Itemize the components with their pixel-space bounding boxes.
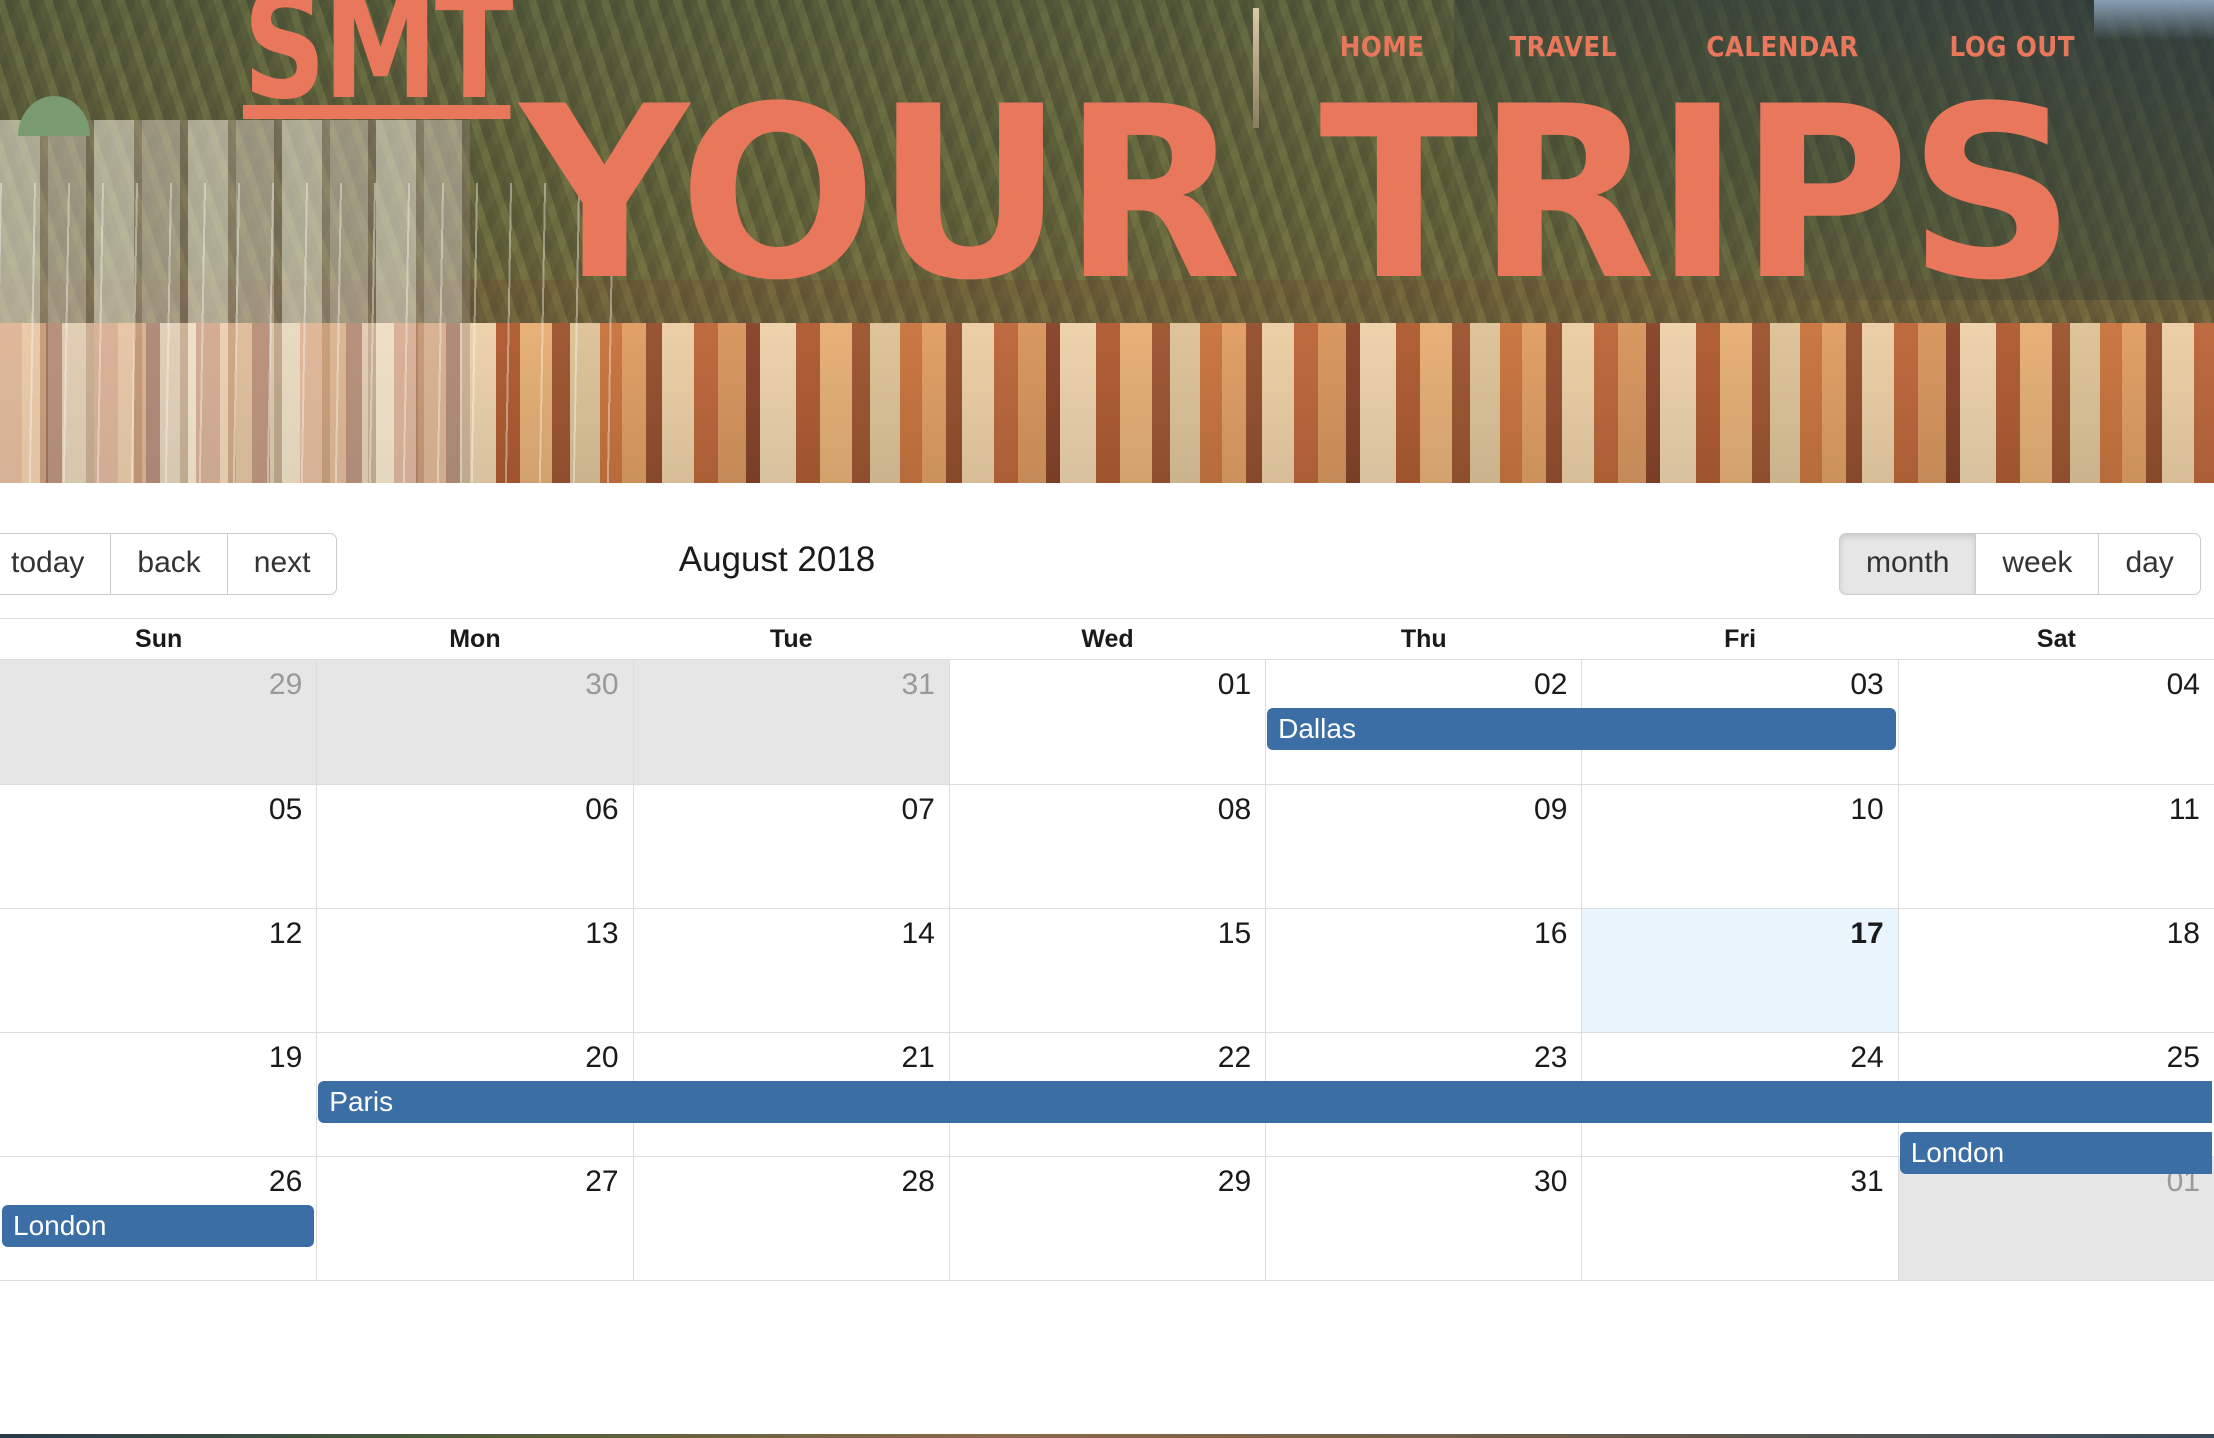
calendar-day-cell[interactable]: 11 (1897, 785, 2214, 908)
day-number: 18 (2166, 917, 2200, 950)
calendar-view-month-button[interactable]: month (1839, 533, 1976, 595)
calendar-day-cell[interactable]: 09 (1265, 785, 1582, 908)
calendar-day-cell[interactable]: 17 (1581, 909, 1898, 1032)
calendar-view-button-group: month week day (1839, 533, 2201, 595)
calendar-week-row: 29 30 31 01 02 03 04 Dallas (0, 660, 2214, 785)
day-number: 29 (268, 668, 303, 701)
day-number: 09 (1534, 793, 1568, 826)
day-number: 06 (585, 793, 619, 826)
calendar-day-cell[interactable]: 05 (0, 785, 317, 908)
calendar-week-row: 26 27 28 29 30 31 01 London (0, 1157, 2214, 1281)
calendar-week-row: 05 06 07 08 09 10 11 (0, 785, 2214, 909)
day-header-mon: Mon (316, 619, 632, 659)
calendar-toolbar: today back next August 2018 month week day (0, 483, 2214, 618)
day-number: 16 (1534, 917, 1568, 950)
day-number: 13 (585, 917, 619, 950)
day-number: 30 (585, 668, 619, 701)
day-number: 02 (1534, 668, 1568, 701)
calendar-week-row: 19 20 21 22 23 24 25 Paris London (0, 1033, 2214, 1174)
calendar-view-week-button[interactable]: week (1975, 533, 2099, 595)
day-number: 21 (901, 1041, 935, 1074)
calendar-week-rows: 29 30 31 01 02 03 04 Dallas 05 06 07 08 09 10 11 12 13 14… (0, 660, 2214, 1281)
day-header-sun: Sun (0, 619, 316, 659)
calendar-day-cell[interactable]: 16 (1265, 909, 1582, 1032)
day-number: 26 (268, 1165, 303, 1198)
hero-spire-shape (1253, 8, 1259, 128)
day-number: 29 (1217, 1165, 1252, 1198)
calendar-day-cell[interactable]: 27 (316, 1157, 633, 1280)
calendar-day-cell[interactable]: 29 (948, 1157, 1266, 1280)
calendar-day-cell[interactable]: 12 (0, 909, 317, 1032)
nav-link-log-out[interactable]: LOG OUT (1950, 30, 2075, 63)
calendar-day-cell[interactable]: 29 (0, 660, 317, 784)
day-number: 15 (1217, 917, 1252, 950)
calendar-day-cell[interactable]: 04 (1897, 660, 2214, 784)
calendar-day-header-row: Sun Mon Tue Wed Thu Fri Sat (0, 618, 2214, 660)
day-number: 10 (1850, 793, 1884, 826)
day-number: 01 (1217, 668, 1252, 701)
calendar-week-row: 12 13 14 15 16 17 18 (0, 909, 2214, 1033)
day-number: 05 (268, 793, 303, 826)
day-number: 04 (2166, 668, 2200, 701)
calendar-day-cell[interactable]: 15 (948, 909, 1266, 1032)
day-number: 28 (901, 1165, 935, 1198)
day-number: 12 (268, 917, 303, 950)
calendar-day-cell[interactable]: 10 (1581, 785, 1898, 908)
day-number: 08 (1217, 793, 1252, 826)
hero-masts-shape (0, 183, 620, 483)
calendar-day-cell[interactable]: 13 (316, 909, 633, 1032)
calendar-day-cell[interactable]: 06 (316, 785, 633, 908)
calendar-day-cell[interactable]: 18 (1897, 909, 2214, 1032)
calendar-event[interactable]: Dallas (1267, 708, 1896, 750)
nav-link-home[interactable]: HOME (1340, 30, 1425, 63)
calendar-day-cell[interactable]: 19 (0, 1033, 317, 1156)
day-number: 19 (268, 1041, 303, 1074)
nav-link-travel[interactable]: TRAVEL (1510, 30, 1617, 63)
day-header-fri: Fri (1581, 619, 1897, 659)
calendar-day-cell[interactable]: 31 (632, 660, 949, 784)
calendar-day-cell[interactable]: 07 (632, 785, 949, 908)
day-number: 31 (1850, 1165, 1884, 1198)
day-header-thu: Thu (1265, 619, 1581, 659)
page-bottom-sliver (0, 1434, 2214, 1438)
calendar-title-text: August 2018 (678, 540, 876, 579)
calendar-day-cell[interactable]: 28 (632, 1157, 949, 1280)
calendar-day-cell[interactable]: 08 (948, 785, 1266, 908)
calendar-event[interactable]: London (1899, 1132, 2212, 1174)
calendar-day-cell[interactable]: 30 (316, 660, 633, 784)
day-number: 23 (1534, 1041, 1568, 1074)
nav-link-calendar[interactable]: CALENDAR (1707, 30, 1859, 63)
calendar-day-cell[interactable]: 01 (948, 660, 1266, 784)
calendar-event[interactable]: London (2, 1205, 315, 1247)
day-number: 07 (901, 793, 935, 826)
calendar-widget: today back next August 2018 month week day S… (0, 483, 2214, 1438)
day-number: 17 (1850, 917, 1884, 950)
day-number: 25 (2166, 1041, 2200, 1074)
hero-sky-shape (2094, 0, 2214, 40)
day-number: 27 (585, 1165, 619, 1198)
day-number: 31 (901, 668, 935, 701)
day-number: 11 (2168, 793, 2200, 826)
main-navigation: HOME TRAVEL CALENDAR LOG OUT (1334, 30, 2084, 63)
calendar-day-cell[interactable]: 14 (632, 909, 949, 1032)
day-number: 03 (1850, 668, 1884, 701)
day-header-sat: Sat (1897, 619, 2214, 659)
calendar-event[interactable]: Paris (318, 1081, 2212, 1123)
calendar-day-cell[interactable]: 31 (1581, 1157, 1898, 1280)
day-header-tue: Tue (632, 619, 949, 659)
day-number: 22 (1217, 1041, 1252, 1074)
day-number: 20 (585, 1041, 619, 1074)
day-header-wed: Wed (948, 619, 1265, 659)
day-number: 30 (1534, 1165, 1568, 1198)
calendar-day-cell[interactable]: 30 (1265, 1157, 1582, 1280)
day-number: 24 (1850, 1041, 1884, 1074)
site-brand-logo[interactable]: SMT (243, 0, 514, 120)
calendar-day-cell[interactable]: 01 (1897, 1157, 2214, 1280)
hero-banner: SMT YOUR TRIPS HOME TRAVEL CALENDAR LOG OUT (0, 0, 2214, 483)
calendar-view-day-button[interactable]: day (2098, 533, 2201, 595)
day-number: 14 (901, 917, 935, 950)
